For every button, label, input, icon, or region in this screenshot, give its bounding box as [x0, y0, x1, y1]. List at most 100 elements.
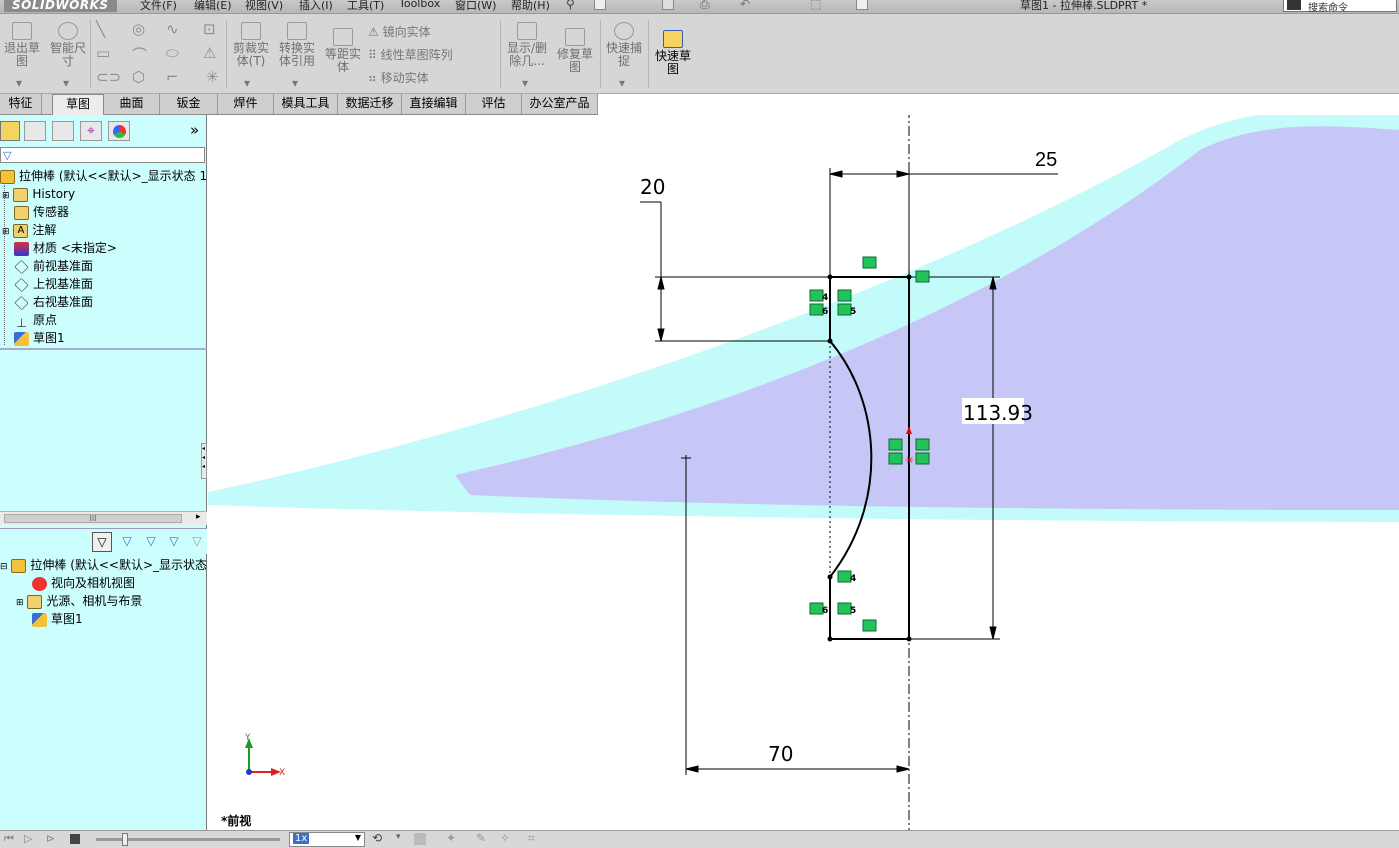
dropdown-arrow-icon[interactable]: ▾: [522, 76, 528, 90]
trim-entities-button[interactable]: 剪裁实 体(T): [230, 22, 272, 68]
undo-icon[interactable]: ↶: [740, 0, 750, 11]
display-manager-tab-icon[interactable]: [108, 121, 130, 141]
construction-point-icon[interactable]: ✳: [206, 68, 219, 86]
vertical-relation-icon[interactable]: [837, 289, 852, 302]
point-icon[interactable]: ⚠: [203, 44, 216, 62]
horizontal-relation-icon[interactable]: [862, 619, 877, 632]
autokey-icon[interactable]: ✧: [500, 831, 510, 845]
tree-item-top-plane[interactable]: 上视基准面: [14, 275, 93, 293]
expand-chevron-icon[interactable]: »: [190, 121, 199, 139]
expand-plus-icon[interactable]: ⊞: [16, 598, 24, 608]
filter-scene-icon[interactable]: ▽: [164, 532, 184, 552]
dropdown-arrow-icon[interactable]: ▾: [244, 76, 250, 90]
repair-sketch-button[interactable]: 修复草 图: [553, 28, 597, 74]
sketch-point[interactable]: [827, 636, 833, 642]
save-animation-icon[interactable]: [414, 833, 426, 845]
circle-icon[interactable]: ◎: [132, 20, 145, 38]
coincident-relation-icon[interactable]: [888, 438, 903, 451]
menu-insert[interactable]: 插入(I): [299, 0, 333, 12]
tab-features[interactable]: 特征: [0, 94, 42, 114]
stop-icon[interactable]: [70, 834, 80, 844]
scroll-right-arrow-icon[interactable]: ▸: [196, 512, 201, 522]
text-box-icon[interactable]: ⊡: [203, 20, 216, 38]
graphics-area[interactable]: ✥ ⇡ ▾ ⚇ ▾ ✳: [208, 115, 1399, 830]
linear-pattern-button[interactable]: ⠿ 线性草图阵列: [368, 46, 453, 63]
print-icon[interactable]: ⎙: [700, 0, 710, 12]
display-item-sketch1[interactable]: 草图1: [32, 610, 83, 628]
dropdown-arrow-icon[interactable]: ▾: [619, 76, 625, 90]
dimension-20-label[interactable]: 20: [640, 175, 665, 199]
collapse-pane-handle[interactable]: ◂ ◂ ◂: [201, 443, 207, 479]
tab-direct-editing[interactable]: 直接编辑: [402, 94, 466, 114]
menu-toolbox[interactable]: Toolbox: [399, 0, 440, 11]
filter-extra-icon[interactable]: ▽: [188, 532, 206, 552]
collapse-minus-icon[interactable]: ⊟: [0, 562, 8, 572]
convert-entities-button[interactable]: 转换实 体引用: [276, 22, 318, 68]
dimension-25-label[interactable]: 25: [1035, 149, 1057, 171]
vertical-relation-icon[interactable]: [915, 438, 930, 451]
vertical-relation-icon[interactable]: [915, 452, 930, 465]
horizontal-relation-icon[interactable]: [862, 256, 877, 269]
display-style-icon[interactable]: ⚇: [936, 115, 948, 118]
display-tree-root[interactable]: ⊟ 拉伸棒 (默认<<默认>_显示状态: [0, 556, 207, 576]
ellipse-icon[interactable]: ⬭: [166, 44, 179, 62]
fillet-icon[interactable]: ⌐: [166, 68, 179, 86]
filter-decals-icon[interactable]: ▽: [141, 532, 161, 552]
slot-icon[interactable]: ⊂⊃: [96, 68, 121, 86]
tree-item-history[interactable]: ⊞ History: [2, 185, 75, 205]
tab-sheet-metal[interactable]: 钣金: [160, 94, 218, 114]
offset-entities-button[interactable]: 等距实 体: [322, 28, 364, 74]
dimxpert-tab-icon[interactable]: ⌖: [80, 121, 102, 141]
featuremanager-tab-icon[interactable]: [0, 121, 20, 141]
save-icon[interactable]: [662, 0, 674, 10]
line-icon[interactable]: ╲: [96, 20, 105, 38]
pane-divider[interactable]: [0, 348, 207, 350]
display-delete-relations-button[interactable]: 显示/删 除几...: [505, 22, 549, 68]
tree-item-front-plane[interactable]: 前视基准面: [14, 257, 93, 275]
pan-icon[interactable]: ✥: [853, 115, 866, 118]
scrollbar-thumb[interactable]: III: [4, 514, 182, 523]
dropdown-arrow-icon[interactable]: ▾: [396, 832, 401, 842]
tree-item-sketch1[interactable]: 草图1: [14, 329, 65, 347]
rectangle-icon[interactable]: ▭: [96, 44, 110, 62]
polygon-icon[interactable]: ⬡: [132, 68, 145, 86]
animation-wizard-icon[interactable]: ✦: [446, 831, 456, 845]
loop-icon[interactable]: ⟲: [372, 831, 382, 845]
move-entities-button[interactable]: ⠶ 移动实体: [368, 69, 429, 86]
configurationmanager-tab-icon[interactable]: [52, 121, 74, 141]
new-doc-icon[interactable]: [594, 0, 606, 10]
smart-dimension-button[interactable]: 智能尺 寸: [48, 22, 88, 68]
rapid-sketch-button[interactable]: 快速草 图: [652, 30, 694, 76]
tab-data-migration[interactable]: 数据迁移: [338, 94, 402, 114]
rewind-icon[interactable]: ⏮: [4, 832, 14, 846]
expand-plus-icon[interactable]: ⊞: [2, 191, 10, 201]
feature-tree-root[interactable]: 拉伸棒 (默认<<默认>_显示状态 1: [0, 167, 207, 185]
spline-icon[interactable]: ∿: [166, 20, 179, 38]
origin-marker-icon[interactable]: ✳: [905, 454, 914, 467]
tree-item-origin[interactable]: ⊥ 原点: [14, 311, 57, 330]
expand-plus-icon[interactable]: ⊞: [2, 227, 10, 237]
coincident-relation-icon[interactable]: [888, 452, 903, 465]
coincident-relation-icon[interactable]: [915, 270, 930, 283]
search-input[interactable]: 搜索命令: [1283, 0, 1397, 14]
tab-evaluate[interactable]: 评估: [466, 94, 522, 114]
tree-filter-input[interactable]: ▽: [0, 147, 205, 163]
arc-icon[interactable]: ⌒: [132, 44, 147, 65]
dropdown-arrow-icon[interactable]: ▾: [292, 76, 298, 90]
tab-sketch[interactable]: 草图: [52, 94, 104, 115]
play-icon[interactable]: ▷: [24, 832, 32, 845]
tab-office-products[interactable]: 办公室产品: [522, 94, 598, 114]
dimension-70-label[interactable]: 70: [768, 742, 793, 766]
dropdown-arrow-icon[interactable]: ▾: [63, 76, 69, 90]
playback-speed-select[interactable]: 1x ▼: [289, 832, 365, 847]
menu-tools[interactable]: 工具(T): [347, 0, 384, 12]
menu-window[interactable]: 窗口(W): [455, 0, 496, 12]
menu-help[interactable]: 帮助(H): [511, 0, 550, 12]
sketch-point[interactable]: [827, 574, 833, 580]
select-icon[interactable]: ⬚: [810, 0, 821, 11]
mirror-entities-button[interactable]: ⚠ 镜向实体: [368, 23, 431, 40]
quick-snaps-button[interactable]: 快速捕 捉: [603, 22, 645, 68]
step-icon[interactable]: ⊳: [46, 832, 55, 845]
tree-item-annotations[interactable]: ⊞ A 注解: [2, 221, 56, 241]
tab-weldments[interactable]: 焊件: [218, 94, 274, 114]
